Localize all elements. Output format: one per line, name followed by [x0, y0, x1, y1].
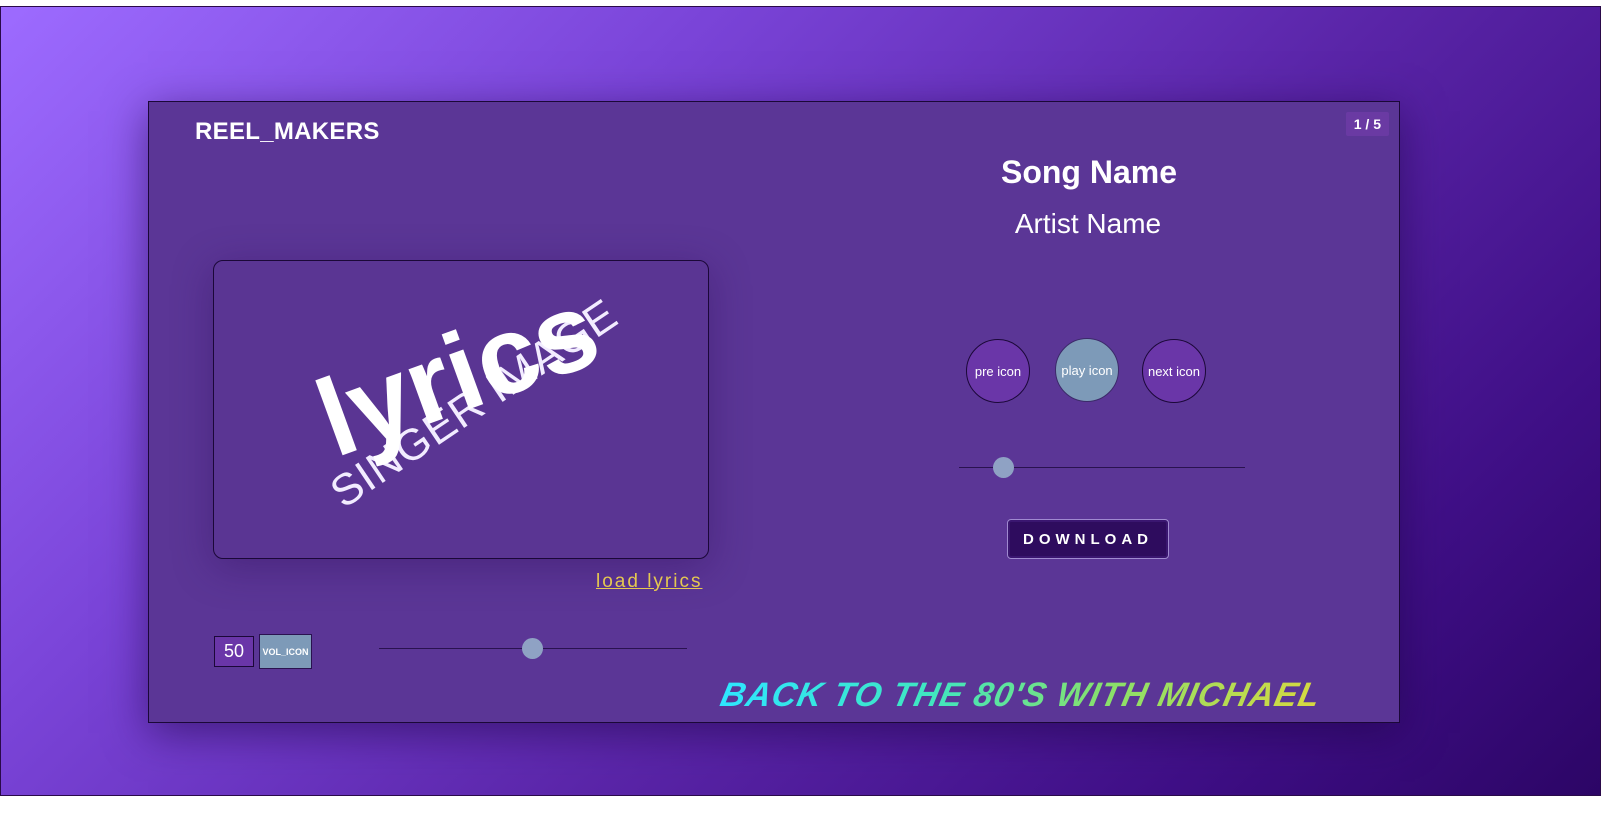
brand-logo: REEL_MAKERS [195, 118, 380, 145]
player-panel: REEL_MAKERS 1 / 5 Song Name Artist Name … [148, 101, 1400, 723]
page-background: REEL_MAKERS 1 / 5 Song Name Artist Name … [0, 6, 1601, 796]
artist-name: Artist Name [1014, 208, 1162, 239]
volume-icon[interactable]: VOL_ICON [259, 634, 312, 669]
album-art-box: SINGER IMAGE lyrics [213, 260, 709, 559]
banner-text: BACK TO THE 80'S WITH MICHAEL [717, 676, 1325, 714]
download-button[interactable]: DOWNLOAD [1007, 519, 1169, 559]
play-button[interactable]: play icon [1055, 338, 1119, 402]
next-button[interactable]: next icon [1142, 339, 1206, 403]
song-name: Song Name [1000, 154, 1178, 190]
previous-button[interactable]: pre icon [966, 339, 1030, 403]
volume-slider-thumb[interactable] [522, 638, 543, 659]
load-lyrics-link[interactable]: load lyrics [596, 571, 702, 593]
volume-value: 50 [214, 636, 254, 667]
progress-slider-thumb[interactable] [993, 457, 1014, 478]
track-counter: 1 / 5 [1345, 112, 1389, 136]
